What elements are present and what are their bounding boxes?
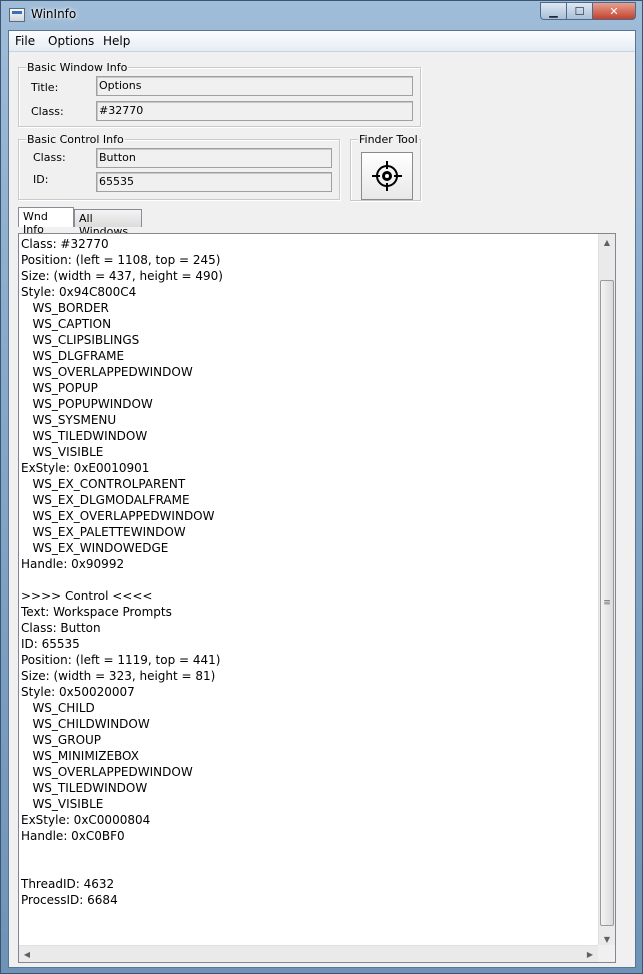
info-line: Size: (width = 323, height = 81) xyxy=(21,669,216,683)
control-class-label: Class: xyxy=(33,151,66,164)
info-line: WS_CLIPSIBLINGS xyxy=(21,333,140,347)
info-line: Position: (left = 1119, top = 441) xyxy=(21,653,221,667)
info-line: WS_TILEDWINDOW xyxy=(21,781,148,795)
maximize-button[interactable]: ☐ xyxy=(566,2,592,20)
info-line: WS_VISIBLE xyxy=(21,445,104,459)
scroll-thumb[interactable]: ≡ xyxy=(600,280,614,926)
scroll-right-icon[interactable]: ▶ xyxy=(582,946,598,962)
tab-wnd-info[interactable]: Wnd Info xyxy=(18,207,74,236)
info-line: WS_BORDER xyxy=(21,301,109,315)
scroll-left-icon[interactable]: ◀ xyxy=(19,946,35,962)
info-line: WS_EX_PALETTEWINDOW xyxy=(21,525,186,539)
window-class-field[interactable]: #32770 xyxy=(96,101,413,121)
control-id-label: ID: xyxy=(33,173,49,186)
info-line: Text: Workspace Prompts xyxy=(21,605,172,619)
crosshair-target-icon xyxy=(372,161,402,191)
minimize-icon: ▁ xyxy=(549,4,558,18)
info-line: Size: (width = 437, height = 490) xyxy=(21,269,223,283)
info-line: WS_EX_DLGMODALFRAME xyxy=(21,493,190,507)
scrollbar-corner xyxy=(598,945,615,962)
info-line: WS_CHILD xyxy=(21,701,95,715)
info-line: WS_EX_CONTROLPARENT xyxy=(21,477,186,491)
info-line: ExStyle: 0xC0000804 xyxy=(21,813,151,827)
control-class-field[interactable]: Button xyxy=(96,148,332,168)
caption-buttons: ▁ ☐ ✕ xyxy=(540,2,636,20)
finder-tool-button[interactable] xyxy=(361,152,413,200)
window-title-field[interactable]: Options xyxy=(96,76,413,96)
info-line: ExStyle: 0xE0010901 xyxy=(21,461,150,475)
info-line: WS_TILEDWINDOW xyxy=(21,429,148,443)
basic-control-info-group: Basic Control Info Class: Button ID: 655… xyxy=(18,133,340,200)
scroll-up-icon[interactable]: ▲ xyxy=(599,234,615,250)
info-line: WS_CAPTION xyxy=(21,317,112,331)
info-line: WS_MINIMIZEBOX xyxy=(21,749,139,763)
info-line: WS_SYSMENU xyxy=(21,413,117,427)
info-line: Style: 0x50020007 xyxy=(21,685,135,699)
menu-options[interactable]: Options xyxy=(48,34,94,48)
basic-window-info-group: Basic Window Info Title: Options Class: … xyxy=(18,61,421,127)
finder-tool-group: Finder Tool xyxy=(350,133,421,201)
title-label: Title: xyxy=(31,81,59,94)
info-line: WS_DLGFRAME xyxy=(21,349,125,363)
info-line: Style: 0x94C800C4 xyxy=(21,285,137,299)
class-label: Class: xyxy=(31,105,64,118)
horizontal-scrollbar[interactable]: ◀ ▶ xyxy=(19,945,598,962)
info-line: Handle: 0x90992 xyxy=(21,557,125,571)
info-line: >>>> Control <<<< xyxy=(21,589,153,603)
wnd-info-panel: Class: #32770 Position: (left = 1108, top… xyxy=(18,233,616,963)
menu-file[interactable]: File xyxy=(15,34,35,48)
close-button[interactable]: ✕ xyxy=(592,2,636,20)
info-line: WS_EX_WINDOWEDGE xyxy=(21,541,169,555)
info-line: WS_VISIBLE xyxy=(21,797,104,811)
menu-help[interactable]: Help xyxy=(103,34,130,48)
basic-control-info-legend: Basic Control Info xyxy=(26,133,125,146)
info-line xyxy=(21,572,598,588)
client-area: File Options Help Basic Window Info Titl… xyxy=(8,30,636,968)
finder-tool-legend: Finder Tool xyxy=(358,133,419,146)
info-line: WS_POPUP xyxy=(21,381,98,395)
info-line: ThreadID: 4632 xyxy=(21,877,115,891)
close-icon: ✕ xyxy=(609,4,619,18)
info-line: WS_CHILDWINDOW xyxy=(21,717,150,731)
window-title: WinInfo xyxy=(31,7,77,21)
info-line: WS_EX_OVERLAPPEDWINDOW xyxy=(21,509,215,523)
info-line: Handle: 0xC0BF0 xyxy=(21,829,125,843)
info-line: WS_GROUP xyxy=(21,733,102,747)
maximize-icon: ☐ xyxy=(574,4,585,18)
app-icon xyxy=(9,8,25,22)
vertical-scrollbar[interactable]: ▲ ≡ ▼ xyxy=(598,234,615,947)
grip-icon: ≡ xyxy=(603,598,611,608)
info-line: Class: #32770 xyxy=(21,237,109,251)
info-line xyxy=(21,860,598,876)
info-line xyxy=(21,844,598,860)
info-line: Class: Button xyxy=(21,621,101,635)
info-line: ID: 65535 xyxy=(21,637,80,651)
info-line: Position: (left = 1108, top = 245) xyxy=(21,253,221,267)
info-line: WS_OVERLAPPEDWINDOW xyxy=(21,365,193,379)
tab-all-windows[interactable]: All Windows xyxy=(74,209,142,238)
info-textarea[interactable]: Class: #32770 Position: (left = 1108, top… xyxy=(21,236,598,942)
info-line: WS_POPUPWINDOW xyxy=(21,397,153,411)
info-line: ProcessID: 6684 xyxy=(21,893,118,907)
control-id-field[interactable]: 65535 xyxy=(96,172,332,192)
title-bar[interactable]: WinInfo ▁ ☐ ✕ xyxy=(1,1,642,29)
info-line: WS_OVERLAPPEDWINDOW xyxy=(21,765,193,779)
basic-window-info-legend: Basic Window Info xyxy=(26,61,129,74)
menu-bar: File Options Help xyxy=(9,31,635,52)
minimize-button[interactable]: ▁ xyxy=(540,2,566,20)
wininfo-window: WinInfo ▁ ☐ ✕ File Options Help Basic Wi… xyxy=(0,0,643,974)
